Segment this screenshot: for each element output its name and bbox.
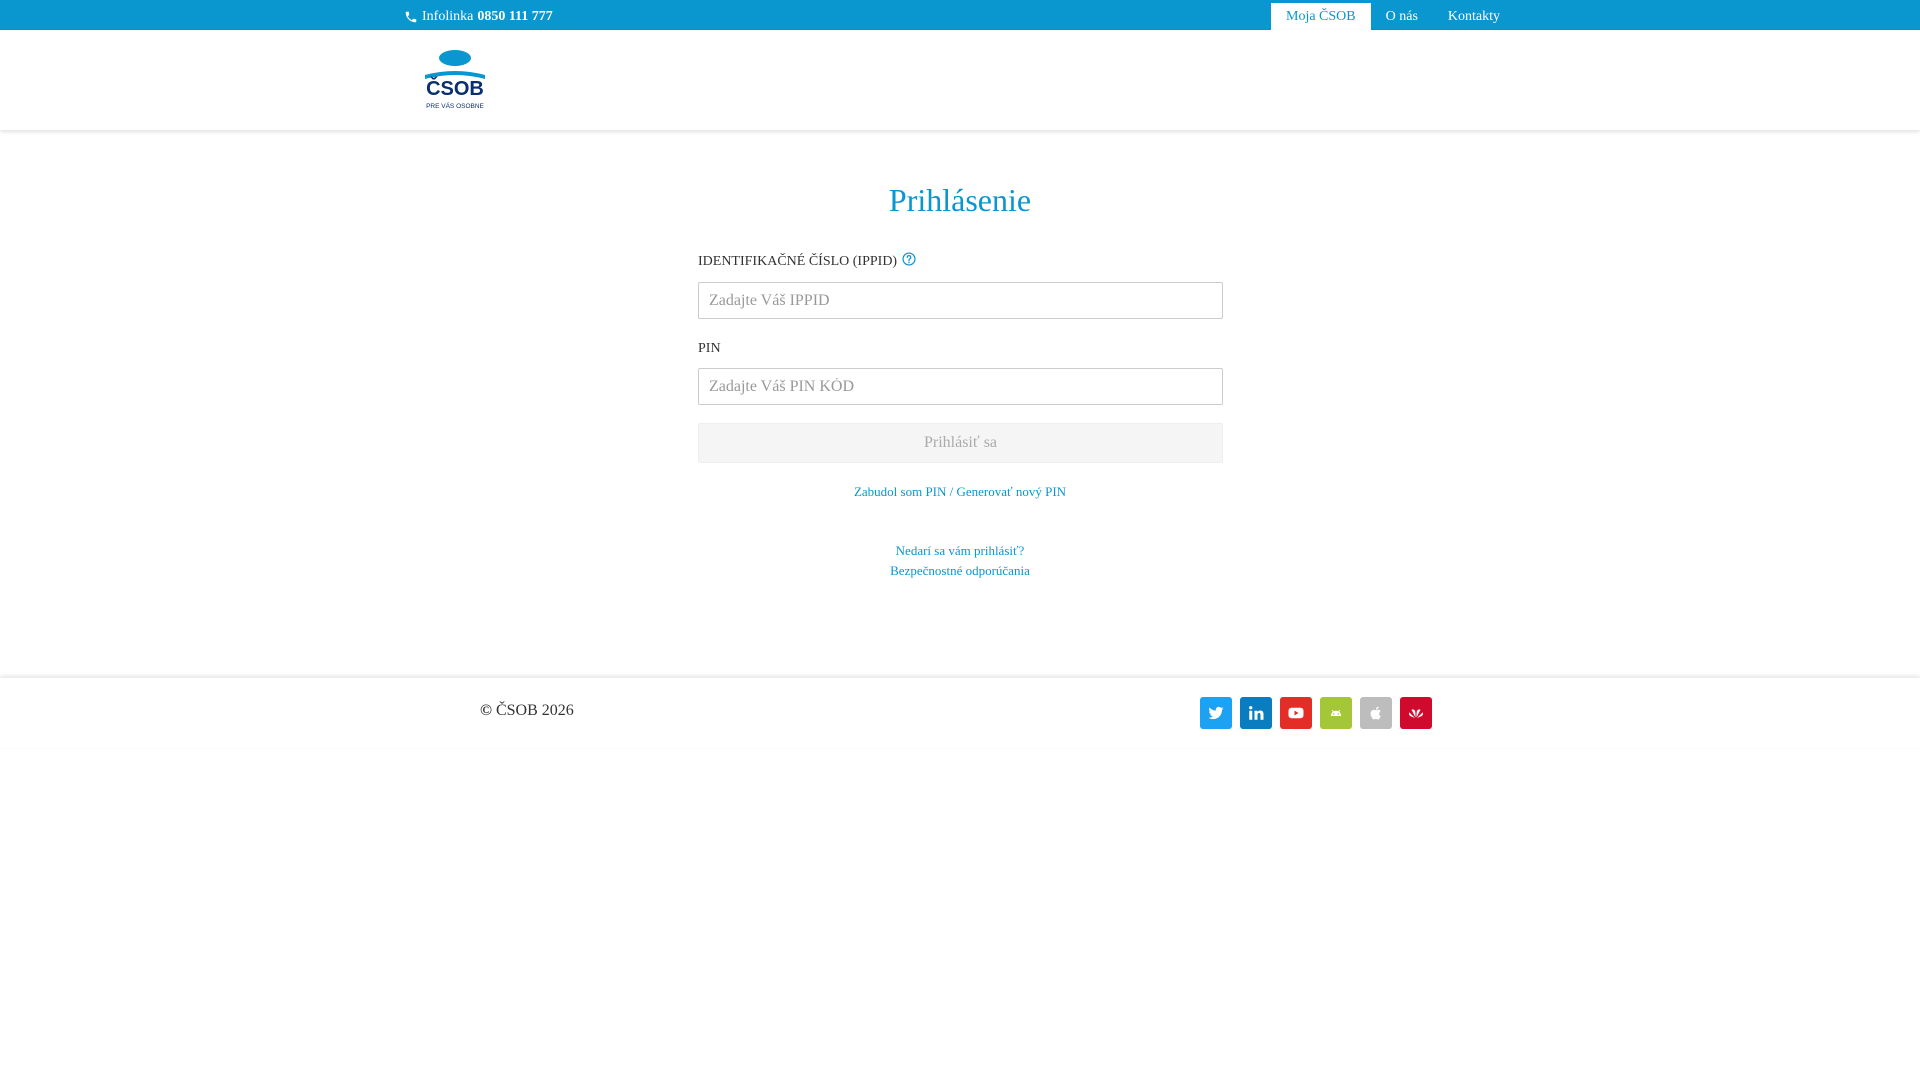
pin-input[interactable]: [698, 368, 1223, 405]
login-button[interactable]: Prihlásiť sa: [698, 423, 1223, 463]
ippid-label: IDENTIFIKAČNÉ ČÍSLO (IPPID): [698, 252, 1223, 272]
infoline[interactable]: Infolinka 0850 111 777: [404, 0, 553, 30]
copyright-text: ČSOB 2026: [495, 702, 574, 719]
page-title: Prihlásenie: [888, 182, 1032, 218]
login-help-link[interactable]: Nedarí sa vám prihlásiť?: [896, 543, 1025, 558]
phone-icon: [404, 10, 418, 24]
huawei-icon[interactable]: [1400, 697, 1432, 729]
csob-logo[interactable]: ČSOB PRE VÁS OSOBNE: [423, 49, 487, 111]
android-icon[interactable]: [1320, 697, 1352, 729]
nav-kontakty[interactable]: Kontakty: [1433, 3, 1515, 30]
header: ČSOB PRE VÁS OSOBNE: [0, 30, 1920, 130]
security-recommendations-link[interactable]: Bezpečnostné odporúčania: [890, 563, 1030, 578]
social-links: [1200, 697, 1432, 729]
login-help-link-row: Nedarí sa vám prihlásiť?: [0, 543, 1920, 559]
top-nav: Moja ČSOB O nás Kontakty: [1271, 3, 1515, 30]
twitter-icon[interactable]: [1200, 697, 1232, 729]
question-circle-icon[interactable]: [902, 252, 916, 266]
logo-text: ČSOB: [426, 76, 484, 100]
footer: © ČSOB 2026: [0, 678, 1920, 748]
pin-label: PIN: [698, 341, 721, 356]
nav-o-nas[interactable]: O nás: [1371, 3, 1433, 30]
apple-icon[interactable]: [1360, 697, 1392, 729]
ippid-input[interactable]: [698, 282, 1223, 319]
security-link-row: Bezpečnostné odporúčania: [0, 563, 1920, 579]
top-bar: Infolinka 0850 111 777 Moja ČSOB O nás K…: [0, 0, 1920, 30]
forgot-pin-link-row: Zabudol som PIN / Generovať nový PIN: [0, 484, 1920, 500]
forgot-pin-link[interactable]: Zabudol som PIN / Generovať nový PIN: [854, 484, 1066, 499]
ippid-label-text: IDENTIFIKAČNÉ ČÍSLO (IPPID): [698, 254, 898, 269]
linkedin-icon[interactable]: [1240, 697, 1272, 729]
infoline-number[interactable]: 0850 111 777: [477, 9, 552, 25]
copyright: © ČSOB 2026: [480, 702, 574, 720]
youtube-icon[interactable]: [1280, 697, 1312, 729]
infoline-label: Infolinka: [422, 8, 474, 24]
login-form: IDENTIFIKAČNÉ ČÍSLO (IPPID) PIN Prihlási…: [698, 252, 1223, 463]
nav-moja-csob[interactable]: Moja ČSOB: [1271, 3, 1371, 30]
copyright-icon: ©: [480, 702, 492, 719]
logo-tagline: PRE VÁS OSOBNE: [426, 101, 484, 110]
